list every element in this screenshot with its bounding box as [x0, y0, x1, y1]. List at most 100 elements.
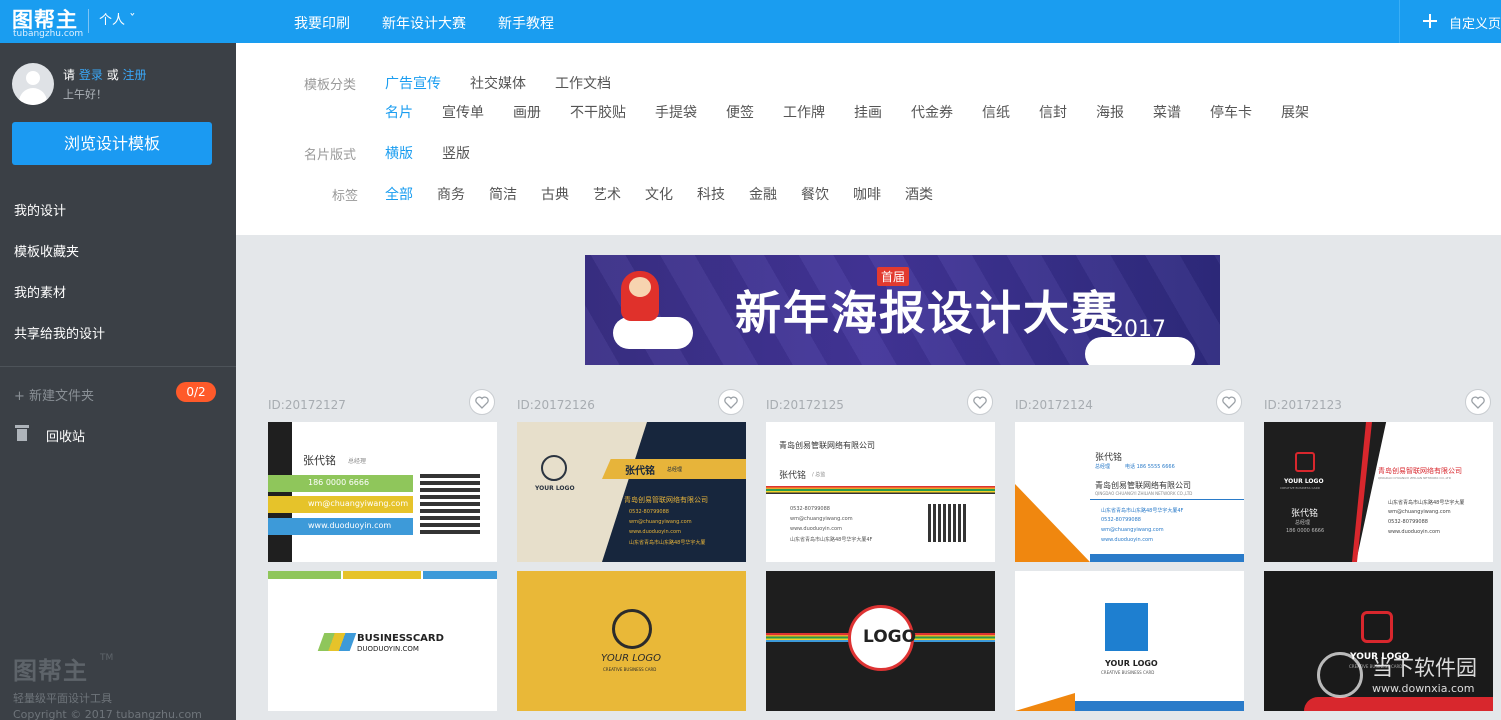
- footer-tagline: 轻量级平面设计工具: [13, 692, 112, 705]
- custom-page-button[interactable]: 自定义页: [1449, 13, 1501, 32]
- format-vertical[interactable]: 竖版: [442, 143, 470, 163]
- sidebar-item-my-assets[interactable]: 我的素材: [14, 282, 66, 301]
- subcat-card[interactable]: 名片: [385, 102, 413, 122]
- browse-templates-button[interactable]: 浏览设计模板: [12, 122, 212, 165]
- template-id: ID:20172125: [766, 398, 844, 412]
- card-title: 总经理: [348, 458, 367, 465]
- sidebar: 图帮主 tubangzhu.com 个人 ˇ 请 登录 或 注册 上午好！ 浏览…: [0, 0, 236, 720]
- card-company: 青岛创易管联网络有限公司: [779, 441, 875, 450]
- logo-bar: 图帮主 tubangzhu.com 个人 ˇ: [0, 0, 236, 43]
- template-card-front[interactable]: 张代铭 总经理 186 0000 6666 wm@chuangyiwang.co…: [268, 422, 497, 562]
- top-nav: 我要印刷 新年设计大赛 新手教程 自定义页: [236, 0, 1501, 43]
- template-card-front[interactable]: 青岛创易管联网络有限公司 张代铭 / 总监 0532-80799088 wm@c…: [766, 422, 995, 562]
- card-logo: YOUR LOGO: [1105, 659, 1158, 668]
- plus-icon[interactable]: [1423, 14, 1437, 28]
- subcat-letter[interactable]: 信纸: [982, 102, 1010, 122]
- subcat-poster[interactable]: 海报: [1096, 102, 1124, 122]
- subcat-flyer[interactable]: 宣传单: [442, 102, 484, 122]
- nav-contest[interactable]: 新年设计大赛: [382, 13, 466, 33]
- sidebar-item-my-designs[interactable]: 我的设计: [14, 200, 66, 219]
- tag-finance[interactable]: 金融: [749, 184, 777, 204]
- card-logo-sub: CREATIVE BUSINESS CARD: [1280, 486, 1320, 490]
- account-mode-dropdown[interactable]: 个人 ˇ: [99, 9, 136, 28]
- template-card-back[interactable]: BUSINESSCARD DUODUOYIN.COM: [268, 571, 497, 711]
- card-email: wm@chuangyiwang.com: [629, 519, 692, 525]
- template-id: ID:20172126: [517, 398, 595, 412]
- contest-banner[interactable]: 首届 新年海报设计大赛 2017: [585, 255, 1220, 365]
- template-card-back[interactable]: YOUR LOGO CREATIVE BUSINESS CARD: [517, 571, 746, 711]
- subcat-brochure[interactable]: 画册: [513, 102, 541, 122]
- format-horizontal[interactable]: 横版: [385, 143, 413, 163]
- card-title: 总经理: [1095, 464, 1111, 470]
- favorite-heart-icon[interactable]: [967, 389, 993, 415]
- footer-copyright: Copyright © 2017 tubangzhu.com: [13, 708, 202, 720]
- subcat-note[interactable]: 便签: [726, 102, 754, 122]
- avatar[interactable]: [12, 63, 54, 105]
- site-watermark: 当下软件园 www.downxia.com: [1317, 650, 1492, 710]
- sidebar-item-shared[interactable]: 共享给我的设计: [14, 323, 105, 342]
- card-mobile: 电话 186 5555 6666: [1125, 464, 1175, 470]
- logo-graphic: [612, 609, 652, 649]
- sidebar-item-favorites[interactable]: 模板收藏夹: [14, 241, 79, 260]
- template-card-front[interactable]: YOUR LOGO 张代铭 总经理 青岛创易管联网络有限公司 0532-8079…: [517, 422, 746, 562]
- subcat-painting[interactable]: 挂画: [854, 102, 882, 122]
- template-card-back[interactable]: LOGO: [766, 571, 995, 711]
- category-social[interactable]: 社交媒体: [470, 73, 526, 93]
- subcat-voucher[interactable]: 代金券: [911, 102, 953, 122]
- recycle-bin-link[interactable]: 回收站: [46, 426, 85, 445]
- tag-simple[interactable]: 简洁: [489, 184, 517, 204]
- card-logo: YOUR LOGO: [601, 653, 662, 664]
- subcat-envelope[interactable]: 信封: [1039, 102, 1067, 122]
- tag-business[interactable]: 商务: [437, 184, 465, 204]
- card-title: 总经理: [1295, 520, 1311, 526]
- card-phone: 0532-80799088: [1388, 519, 1428, 525]
- subcat-menu[interactable]: 菜谱: [1153, 102, 1181, 122]
- tag-all[interactable]: 全部: [385, 184, 413, 204]
- template-id: ID:20172123: [1264, 398, 1342, 412]
- qr-code-icon: [420, 474, 480, 534]
- card-mobile: 186 0000 6666: [1286, 528, 1325, 534]
- card-address: 山东省青岛市山东路48号华宇大厦: [1388, 500, 1465, 506]
- subcat-sticker[interactable]: 不干胶贴: [570, 102, 626, 122]
- card-email: wm@chuangyiwang.com: [308, 499, 409, 508]
- category-docs[interactable]: 工作文档: [555, 73, 611, 93]
- tag-food[interactable]: 餐饮: [801, 184, 829, 204]
- favorite-heart-icon[interactable]: [718, 389, 744, 415]
- login-link[interactable]: 登录: [79, 68, 103, 82]
- tag-coffee[interactable]: 咖啡: [853, 184, 881, 204]
- favorite-heart-icon[interactable]: [1216, 389, 1242, 415]
- category-ad[interactable]: 广告宣传: [385, 73, 441, 93]
- card-address: 山东省青岛市山东路48号华宇大厦: [629, 540, 706, 546]
- card-logo: YOUR LOGO: [1284, 478, 1324, 485]
- bulb-icon: [1105, 603, 1148, 651]
- favorite-heart-icon[interactable]: [469, 389, 495, 415]
- register-link[interactable]: 注册: [123, 68, 147, 82]
- login-or: 或: [106, 68, 119, 82]
- favorite-heart-icon[interactable]: [1465, 389, 1491, 415]
- subcat-badge[interactable]: 工作牌: [783, 102, 825, 122]
- tag-art[interactable]: 艺术: [593, 184, 621, 204]
- subcat-stand[interactable]: 展架: [1281, 102, 1309, 122]
- tag-tech[interactable]: 科技: [697, 184, 725, 204]
- card-email: wm@chuangyiwang.com: [1101, 527, 1164, 533]
- card-web: www.duoduoyin.com: [1101, 537, 1153, 543]
- trash-icon: [15, 425, 29, 441]
- subcat-parking[interactable]: 停车卡: [1210, 102, 1252, 122]
- watermark-name: 当下软件园: [1372, 656, 1477, 680]
- tag-wine[interactable]: 酒类: [905, 184, 933, 204]
- nav-tutorial[interactable]: 新手教程: [498, 13, 554, 33]
- nav-print[interactable]: 我要印刷: [294, 13, 350, 33]
- template-card-front[interactable]: YOUR LOGO CREATIVE BUSINESS CARD 张代铭 总经理…: [1264, 422, 1493, 562]
- template-card-back[interactable]: YOUR LOGO CREATIVE BUSINESS CARD: [1015, 571, 1244, 711]
- card-phone: 0532-80799088: [629, 509, 669, 515]
- new-folder-button[interactable]: + 新建文件夹: [14, 385, 94, 404]
- card-brand-sub: DUODUOYIN.COM: [357, 645, 419, 653]
- card-company: 青岛创易管联网络有限公司: [1095, 481, 1191, 490]
- subcat-bag[interactable]: 手提袋: [655, 102, 697, 122]
- logo-graphic: [317, 633, 357, 651]
- tag-classic[interactable]: 古典: [541, 184, 569, 204]
- template-card-front[interactable]: 张代铭 总经理 电话 186 5555 6666 青岛创易管联网络有限公司 QI…: [1015, 422, 1244, 562]
- divider: [0, 366, 236, 367]
- format-label: 名片版式: [304, 148, 357, 163]
- tag-culture[interactable]: 文化: [645, 184, 673, 204]
